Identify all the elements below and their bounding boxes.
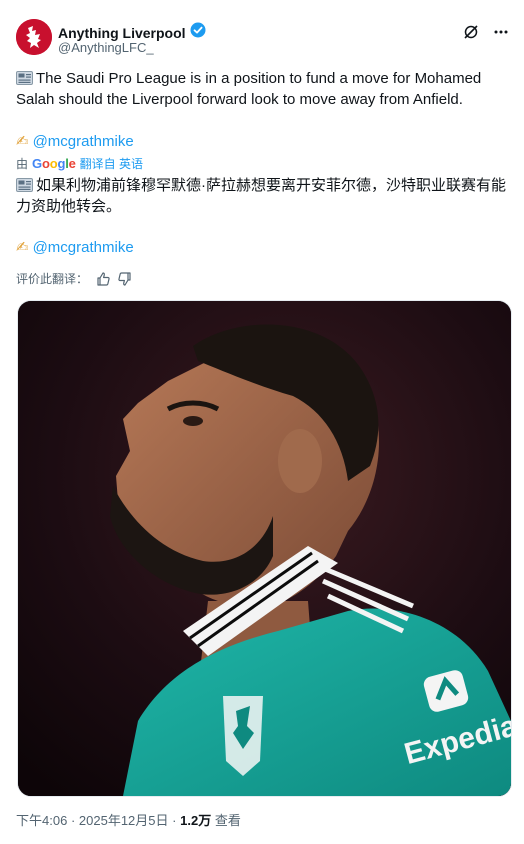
translation-attribution: 由 Google 翻译自 英语 [16,155,143,172]
tweet-header: Anything Liverpool @AnythingLFC_ [16,17,510,59]
avatar[interactable] [16,19,52,55]
writing-hand-icon: ✍ [16,239,29,256]
separator: · [172,813,177,828]
credit-chinese: ✍ @mcgrathmike [16,237,508,258]
translated-from-link[interactable]: 翻译自 英语 [80,155,143,172]
tweet-date[interactable]: 2025年12月5日 [79,813,169,828]
views-count: 1.2万 [180,813,212,828]
tweet-text-chinese: 如果利物浦前锋穆罕默德·萨拉赫想要离开安菲尔德，沙特职业联赛有能力资助他转会。 [16,175,508,217]
newspaper-icon [16,177,33,192]
mention-link[interactable]: @mcgrathmike [33,133,134,150]
chinese-body: 如果利物浦前锋穆罕默德·萨拉赫想要离开安菲尔德，沙特职业联赛有能力资助他转会。 [16,177,506,215]
verified-badge-icon [190,22,206,43]
grok-icon[interactable] [462,23,480,41]
rate-translation: 评价此翻译： [16,270,132,287]
player-photo-illustration: Expedia [18,301,511,796]
rate-label: 评价此翻译： [16,272,89,286]
google-logo: Google [32,156,76,171]
credit-english: ✍ @mcgrathmike [16,131,508,152]
tweet-meta: 下午4:06 · 2025年12月5日 · 1.2万 查看 [16,810,241,829]
thumbs-down-icon[interactable] [118,271,132,286]
writing-hand-icon: ✍ [16,133,29,150]
newspaper-icon [16,70,33,85]
tweet-photo[interactable]: Expedia [17,300,512,797]
more-icon[interactable] [492,23,510,41]
english-body: The Saudi Pro League is in a position to… [16,70,482,108]
account-handle[interactable]: @AnythingLFC_ [58,40,154,55]
tweet-text-english: The Saudi Pro League is in a position to… [16,68,508,110]
views-label: 查看 [214,813,241,828]
thumbs-up-icon[interactable] [96,271,110,286]
liverbird-logo [16,19,52,55]
tweet-time[interactable]: 下午4:06 [16,813,67,828]
separator: · [70,813,76,828]
mention-link[interactable]: @mcgrathmike [33,239,134,256]
translated-by-label: 由 [16,157,29,171]
account-name[interactable]: Anything Liverpool [58,25,186,41]
